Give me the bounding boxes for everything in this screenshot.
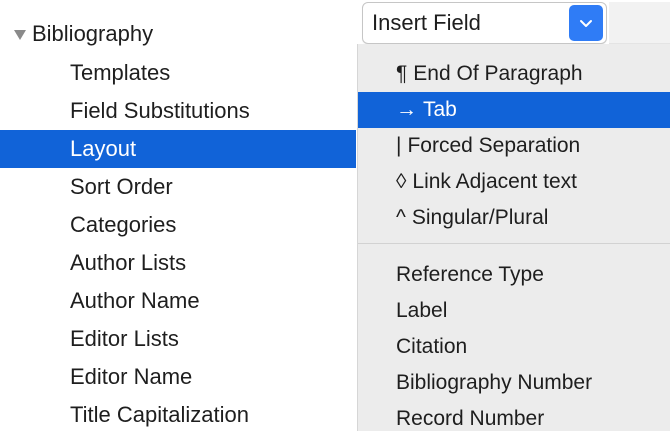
toolbar-background (609, 2, 670, 44)
menu-item-bibliography-number[interactable]: Bibliography Number (358, 365, 670, 401)
tree-item-label: Categories (70, 212, 177, 237)
fields-group: Reference Type Label Citation Bibliograp… (358, 257, 670, 437)
tree-item-label: Sort Order (70, 174, 173, 199)
menu-item-label: Link Adjacent text (412, 170, 577, 193)
menu-item-forced-separation[interactable]: | Forced Separation (358, 128, 670, 164)
menu-item-label-text: Label (396, 299, 448, 322)
menu-item-citation[interactable]: Citation (358, 329, 670, 365)
menu-item-label: Record Number (396, 407, 545, 430)
disclosure-triangle-down-icon[interactable] (14, 30, 26, 40)
style-sidebar: Bibliography Templates Field Substitutio… (0, 0, 356, 431)
tree-item-author-name[interactable]: Author Name (0, 282, 356, 320)
insert-field-menu: ¶ End Of Paragraph → Tab | Forced Separa… (357, 44, 670, 431)
tree-item-field-substitutions[interactable]: Field Substitutions (0, 92, 356, 130)
right-arrow-icon: → (396, 98, 417, 121)
menu-item-label[interactable]: Label (358, 293, 670, 329)
menu-item-tab[interactable]: → Tab (358, 92, 670, 128)
bibliography-children: Templates Field Substitutions Layout Sor… (0, 54, 356, 434)
insert-field-popup-button[interactable]: Insert Field (362, 2, 607, 44)
tree-item-label: Author Name (70, 288, 200, 313)
tree-item-label: Editor Name (70, 364, 193, 389)
menu-item-label: Reference Type (396, 263, 544, 286)
tree-item-bibliography[interactable]: Bibliography (14, 16, 153, 52)
special-characters-group: ¶ End Of Paragraph → Tab | Forced Separa… (358, 56, 670, 236)
tree-item-sort-order[interactable]: Sort Order (0, 168, 356, 206)
lozenge-icon: ◊ (396, 170, 407, 193)
tree-item-title-capitalization[interactable]: Title Capitalization (0, 396, 356, 434)
tree-item-categories[interactable]: Categories (0, 206, 356, 244)
tree-item-label: Bibliography (32, 21, 154, 46)
menu-item-label: Citation (396, 335, 468, 358)
chevron-down-icon[interactable] (569, 5, 603, 41)
tree-item-editor-lists[interactable]: Editor Lists (0, 320, 356, 358)
tree-item-author-lists[interactable]: Author Lists (0, 244, 356, 282)
tree-item-editor-name[interactable]: Editor Name (0, 358, 356, 396)
tree-item-label: Editor Lists (70, 326, 179, 351)
tree-item-layout[interactable]: Layout (0, 130, 356, 168)
menu-item-singular-plural[interactable]: ^ Singular/Plural (358, 200, 670, 236)
menu-item-end-of-paragraph[interactable]: ¶ End Of Paragraph (358, 56, 670, 92)
menu-item-reference-type[interactable]: Reference Type (358, 257, 670, 293)
menu-item-label: Bibliography Number (396, 371, 593, 394)
menu-separator (358, 243, 670, 244)
pilcrow-icon: ¶ (396, 62, 408, 85)
caret-icon: ^ (396, 206, 406, 229)
menu-item-link-adjacent-text[interactable]: ◊ Link Adjacent text (358, 164, 670, 200)
insert-field-label: Insert Field (372, 10, 481, 35)
vertical-bar-icon: | (396, 134, 402, 157)
menu-item-label: End Of Paragraph (413, 62, 583, 85)
menu-item-label: Singular/Plural (411, 206, 549, 229)
tree-item-label: Field Substitutions (70, 98, 250, 123)
tree-item-label: Layout (70, 136, 137, 161)
menu-item-label: Tab (423, 98, 457, 121)
tree-item-label: Author Lists (70, 250, 187, 275)
tree-item-label: Title Capitalization (70, 402, 249, 427)
tree-item-label: Templates (70, 60, 171, 85)
tree-item-templates[interactable]: Templates (0, 54, 356, 92)
menu-item-record-number[interactable]: Record Number (358, 401, 670, 437)
menu-item-label: Forced Separation (407, 134, 581, 157)
